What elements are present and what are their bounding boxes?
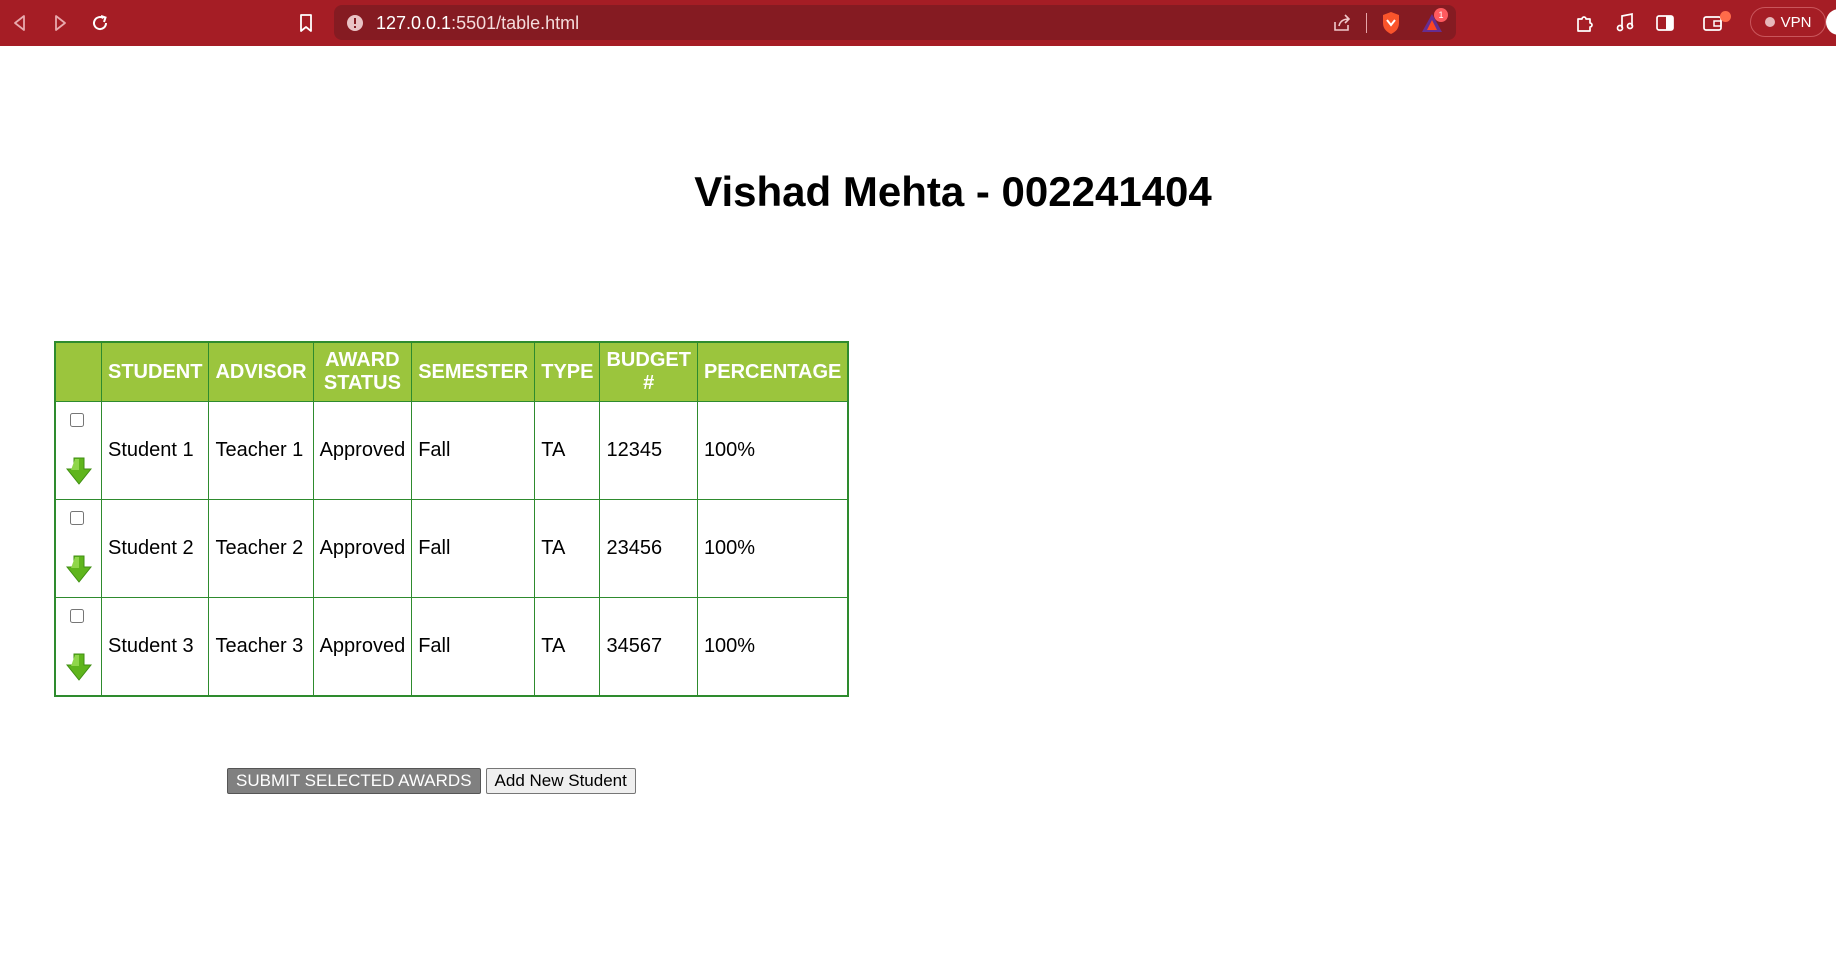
cell-percentage: 100% — [696, 401, 849, 500]
cell-advisor: Teacher 3 — [208, 597, 314, 697]
media-icon — [1616, 12, 1634, 32]
bookmark-icon — [300, 14, 312, 32]
cell-student: Student 3 — [100, 597, 210, 697]
header-select — [54, 341, 102, 402]
header-award-status: AWARD STATUS — [312, 341, 413, 402]
cell-budget: 23456 — [599, 499, 698, 598]
row-checkbox[interactable] — [70, 511, 84, 525]
header-percentage: PERCENTAGE — [696, 341, 849, 402]
back-icon — [14, 15, 25, 31]
url-host: 127.0.0.1 — [376, 13, 452, 33]
cell-semester: Fall — [411, 401, 536, 500]
header-budget: BUDGET # — [599, 341, 698, 402]
extensions-icon — [1577, 16, 1593, 32]
expand-arrow-icon[interactable] — [66, 457, 92, 485]
table-row: Student 2 Teacher 2 Approved Fall TA 234… — [54, 499, 849, 598]
wallet-notification-dot — [1720, 11, 1731, 22]
url-text[interactable]: 127.0.0.1:5501/table.html — [376, 13, 579, 34]
profile-button[interactable] — [1826, 9, 1836, 35]
extensions-button[interactable] — [1574, 12, 1596, 34]
omnibox-divider — [1366, 13, 1367, 33]
row-checkbox[interactable] — [70, 413, 84, 427]
awards-table: STUDENT ADVISOR AWARD STATUS SEMESTER TY… — [54, 341, 850, 697]
cell-student: Student 1 — [100, 401, 210, 500]
reload-icon — [93, 15, 108, 31]
select-cell — [54, 499, 102, 598]
action-buttons: SUBMIT SELECTED AWARDS Add New Student — [227, 768, 636, 794]
forward-icon — [55, 15, 66, 31]
share-icon[interactable] — [1332, 13, 1352, 33]
select-cell — [54, 597, 102, 697]
cell-award-status: Approved — [312, 401, 413, 500]
address-bar[interactable]: 127.0.0.1:5501/table.html 1 — [334, 5, 1456, 40]
page-title: Vishad Mehta - 002241404 — [694, 168, 1212, 215]
select-cell — [54, 401, 102, 500]
cell-student: Student 2 — [100, 499, 210, 598]
cell-semester: Fall — [411, 499, 536, 598]
cell-budget: 34567 — [599, 597, 698, 697]
cell-semester: Fall — [411, 597, 536, 697]
cell-percentage: 100% — [696, 499, 849, 598]
cell-advisor: Teacher 2 — [208, 499, 314, 598]
cell-type: TA — [534, 499, 601, 598]
browser-toolbar: 127.0.0.1:5501/table.html 1 VPN — [0, 0, 1836, 46]
cell-type: TA — [534, 401, 601, 500]
submit-selected-awards-button[interactable]: SUBMIT SELECTED AWARDS — [227, 768, 481, 794]
cell-award-status: Approved — [312, 597, 413, 697]
table-header-row: STUDENT ADVISOR AWARD STATUS SEMESTER TY… — [54, 341, 849, 402]
header-type: TYPE — [534, 341, 601, 402]
back-button[interactable] — [6, 9, 34, 37]
cell-percentage: 100% — [696, 597, 849, 697]
header-advisor: ADVISOR — [208, 341, 314, 402]
sidebar-icon — [1656, 15, 1674, 31]
bookmark-button[interactable] — [292, 9, 320, 37]
add-new-student-button[interactable]: Add New Student — [485, 768, 636, 794]
vpn-button[interactable]: VPN — [1750, 7, 1826, 37]
header-semester: SEMESTER — [411, 341, 536, 402]
cell-award-status: Approved — [312, 499, 413, 598]
cell-budget: 12345 — [599, 401, 698, 500]
vpn-label: VPN — [1780, 13, 1812, 31]
vpn-status-icon — [1764, 17, 1775, 27]
rewards-badge: 1 — [1434, 8, 1448, 22]
reload-button[interactable] — [86, 9, 114, 37]
table-row: Student 3 Teacher 3 Approved Fall TA 345… — [54, 597, 849, 697]
expand-arrow-icon[interactable] — [66, 653, 92, 681]
expand-arrow-icon[interactable] — [66, 555, 92, 583]
header-student: STUDENT — [100, 341, 210, 402]
media-button[interactable] — [1614, 12, 1636, 34]
cell-advisor: Teacher 1 — [208, 401, 314, 500]
sidebar-button[interactable] — [1654, 12, 1676, 34]
url-path: :5501/table.html — [451, 13, 580, 33]
brave-shields-icon[interactable] — [1380, 11, 1402, 35]
cell-type: TA — [534, 597, 601, 697]
row-checkbox[interactable] — [70, 609, 84, 623]
table-row: Student 1 Teacher 1 Approved Fall TA 123… — [54, 401, 849, 500]
site-info-icon[interactable] — [346, 14, 364, 32]
forward-button[interactable] — [46, 9, 74, 37]
